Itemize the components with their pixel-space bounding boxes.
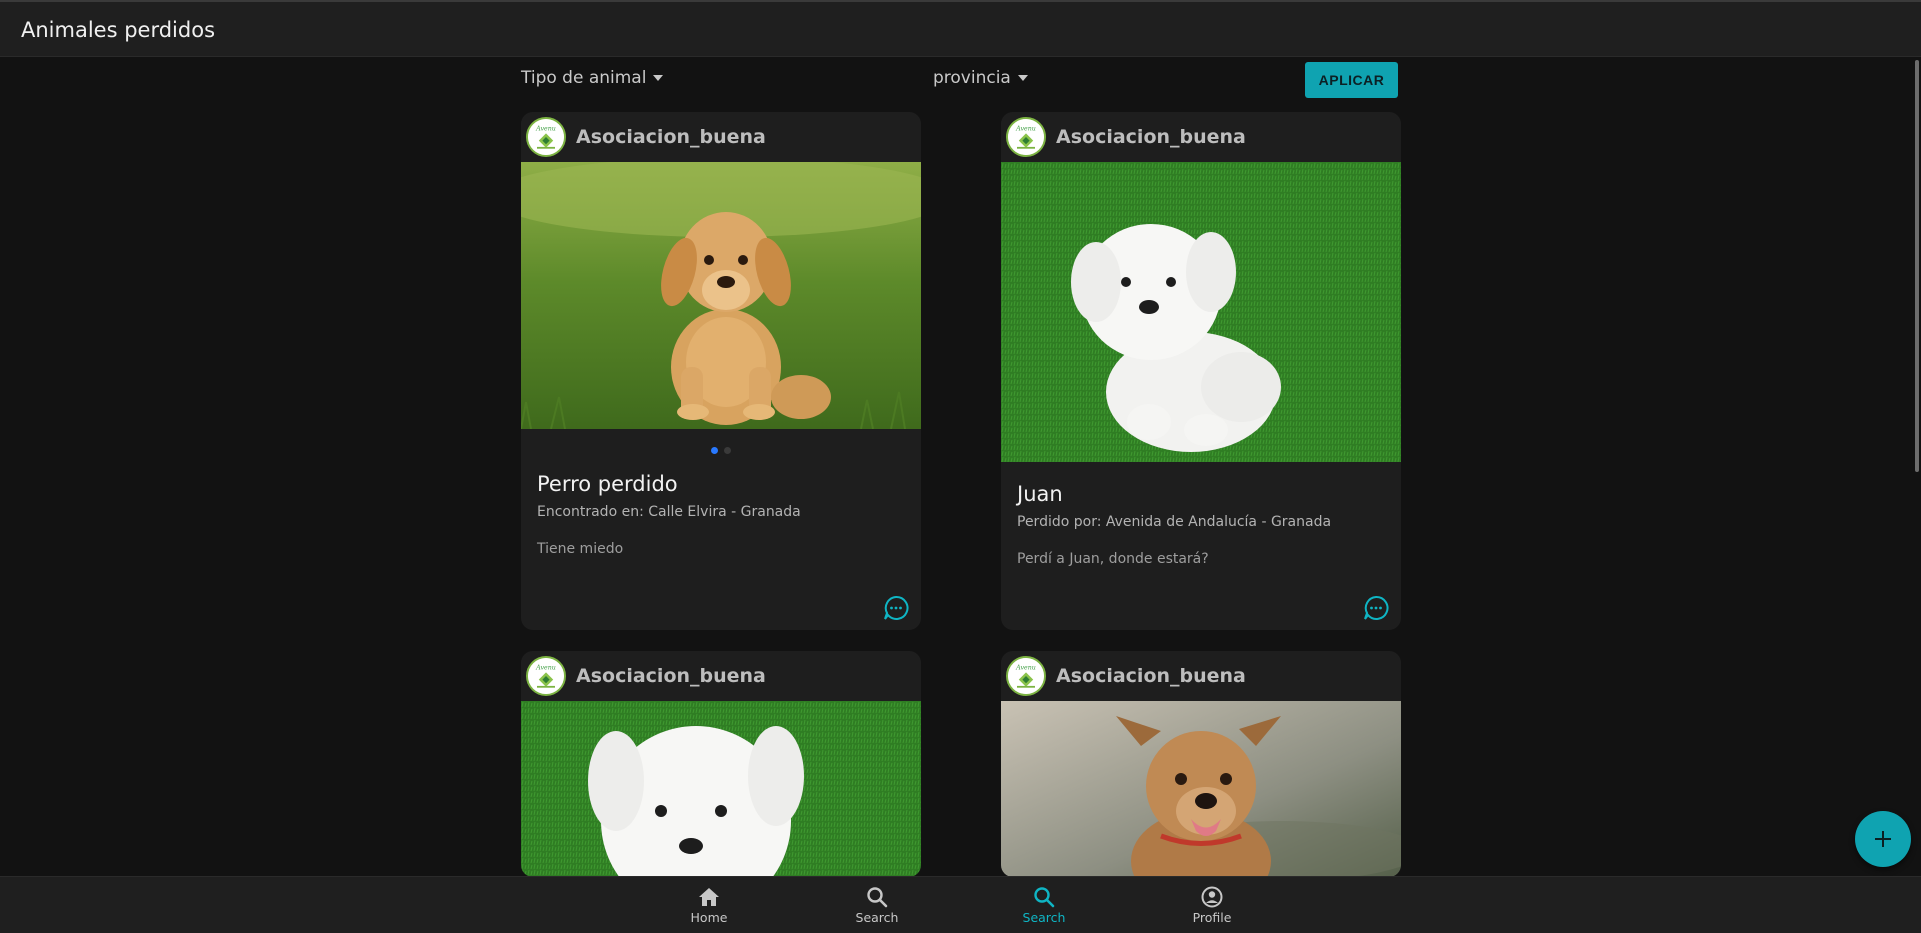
chat-icon[interactable] xyxy=(1363,595,1389,621)
avatar[interactable] xyxy=(1006,656,1046,696)
add-post-button[interactable] xyxy=(1855,811,1911,867)
post-card[interactable]: Asociacion_buena xyxy=(521,651,921,877)
post-title: Juan xyxy=(1017,482,1063,506)
association-logo xyxy=(528,119,564,155)
carousel-dot[interactable] xyxy=(711,447,718,454)
page-title: Animales perdidos xyxy=(21,18,216,42)
plus-icon xyxy=(1875,831,1891,847)
post-photo[interactable] xyxy=(521,701,921,877)
association-logo xyxy=(528,658,564,694)
post-card[interactable]: Asociacion_buena xyxy=(521,112,921,630)
association-logo xyxy=(1008,119,1044,155)
apply-button[interactable]: APLICAR xyxy=(1305,62,1398,98)
post-description: Perdí a Juan, donde estará? xyxy=(1017,551,1209,567)
post-author[interactable]: Asociacion_buena xyxy=(576,665,766,687)
brown-dog-image xyxy=(1001,701,1401,877)
nav-label: Profile xyxy=(1192,910,1232,925)
post-card[interactable]: Asociacion_buena xyxy=(1001,651,1401,877)
avatar[interactable] xyxy=(526,656,566,696)
bottom-navigation: Home Search Search Profile xyxy=(0,876,1921,933)
avatar[interactable] xyxy=(1006,117,1046,157)
post-author[interactable]: Asociacion_buena xyxy=(1056,126,1246,148)
scrollbar-thumb[interactable] xyxy=(1915,60,1919,472)
nav-label: Search xyxy=(1022,910,1066,925)
home-icon xyxy=(699,888,719,906)
search-icon xyxy=(1034,887,1055,908)
app-bar: Animales perdidos xyxy=(0,0,1921,57)
nav-label: Search xyxy=(855,910,899,925)
post-photo[interactable] xyxy=(521,162,921,429)
chat-icon[interactable] xyxy=(883,595,909,621)
animal-type-label: Tipo de animal xyxy=(521,68,647,88)
post-location: Perdido por: Avenida de Andalucía - Gran… xyxy=(1017,514,1332,530)
card-body: Juan Perdido por: Avenida de Andalucía -… xyxy=(1001,462,1401,567)
caret-down-icon xyxy=(1017,75,1028,81)
card-header: Asociacion_buena xyxy=(521,651,921,701)
carousel-indicator xyxy=(521,429,921,472)
post-description: Tiene miedo xyxy=(537,541,624,557)
carousel-dot[interactable] xyxy=(724,447,731,454)
card-header: Asociacion_buena xyxy=(521,112,921,162)
profile-icon xyxy=(1201,886,1223,908)
card-body: Perro perdido Encontrado en: Calle Elvir… xyxy=(521,472,921,557)
avatar[interactable] xyxy=(526,117,566,157)
post-author[interactable]: Asociacion_buena xyxy=(576,126,766,148)
post-title: Perro perdido xyxy=(537,472,678,496)
nav-profile[interactable]: Profile xyxy=(1162,877,1262,933)
post-photo[interactable] xyxy=(1001,162,1401,462)
white-puppy-image xyxy=(1001,162,1401,462)
nav-home[interactable]: Home xyxy=(659,877,759,933)
nav-search-active[interactable]: Search xyxy=(994,877,1094,933)
post-photo[interactable] xyxy=(1001,701,1401,877)
card-header: Asociacion_buena xyxy=(1001,651,1401,701)
nav-label: Home xyxy=(690,910,728,925)
card-header: Asociacion_buena xyxy=(1001,112,1401,162)
post-card[interactable]: Asociacion_buena Juan Perdido por: Aveni… xyxy=(1001,112,1401,630)
golden-puppy-image xyxy=(521,162,921,429)
association-logo xyxy=(1008,658,1044,694)
province-dropdown[interactable]: provincia xyxy=(933,68,1028,88)
post-location: Encontrado en: Calle Elvira - Granada xyxy=(537,504,801,520)
post-author[interactable]: Asociacion_buena xyxy=(1056,665,1246,687)
animal-type-dropdown[interactable]: Tipo de animal xyxy=(521,68,664,88)
nav-search[interactable]: Search xyxy=(827,877,927,933)
white-puppy-image xyxy=(521,701,921,877)
province-label: provincia xyxy=(933,68,1011,88)
caret-down-icon xyxy=(653,75,664,81)
search-icon xyxy=(867,887,888,908)
